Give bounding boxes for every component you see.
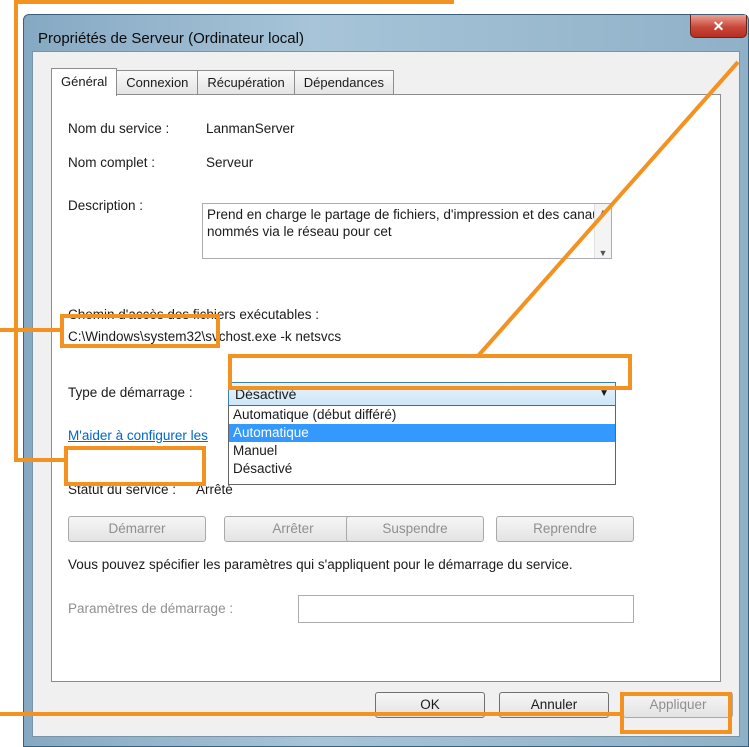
callout-diagonal (476, 60, 740, 358)
callout-line-diagonal (476, 60, 740, 358)
